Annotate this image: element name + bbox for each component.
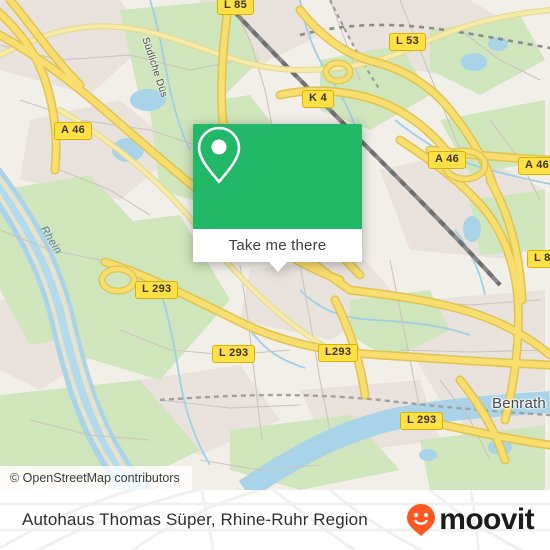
map-screenshot: Südliche Düs Rhein Benrath L 85 L 53 K 4… [0, 0, 550, 550]
popup-pin-area [193, 124, 362, 229]
place-label-benrath: Benrath [492, 395, 546, 412]
popup-tail [267, 261, 288, 272]
brand-name: moovit [439, 503, 534, 536]
location-popup-card[interactable]: Take me there [193, 124, 362, 272]
road-shield[interactable]: L 293 [400, 412, 444, 430]
road-shield[interactable]: L 85 [217, 0, 255, 15]
road-shield[interactable]: L 293 [212, 345, 256, 363]
road-shield[interactable]: L 53 [389, 33, 427, 51]
road-shield[interactable]: A 46 [518, 157, 550, 175]
road-shield[interactable]: L293 [318, 344, 359, 362]
take-me-there-label: Take me there [228, 237, 327, 254]
road-shield[interactable]: A 46 [428, 151, 467, 169]
road-shield[interactable]: L 293 [135, 281, 179, 299]
footer-bar: Autohaus Thomas Süper, Rhine-Ruhr Region… [0, 490, 550, 550]
map-pin-icon [197, 126, 241, 184]
page-title: Autohaus Thomas Süper, Rhine-Ruhr Region [22, 490, 368, 550]
take-me-there-button[interactable]: Take me there [193, 229, 362, 262]
location-title: Autohaus Thomas Süper, Rhine-Ruhr Region [22, 510, 368, 529]
moovit-smiley-pin-icon [407, 504, 436, 536]
map-canvas[interactable]: Südliche Düs Rhein Benrath L 85 L 53 K 4… [0, 0, 550, 490]
map-attribution[interactable]: © OpenStreetMap contributors [0, 466, 192, 490]
road-shield[interactable]: A 46 [54, 122, 93, 140]
road-shield[interactable]: K 4 [302, 90, 335, 108]
attribution-text: © OpenStreetMap contributors [10, 471, 180, 485]
moovit-brand[interactable]: moovit [406, 490, 535, 550]
road-shield[interactable]: L 85 [527, 250, 550, 268]
